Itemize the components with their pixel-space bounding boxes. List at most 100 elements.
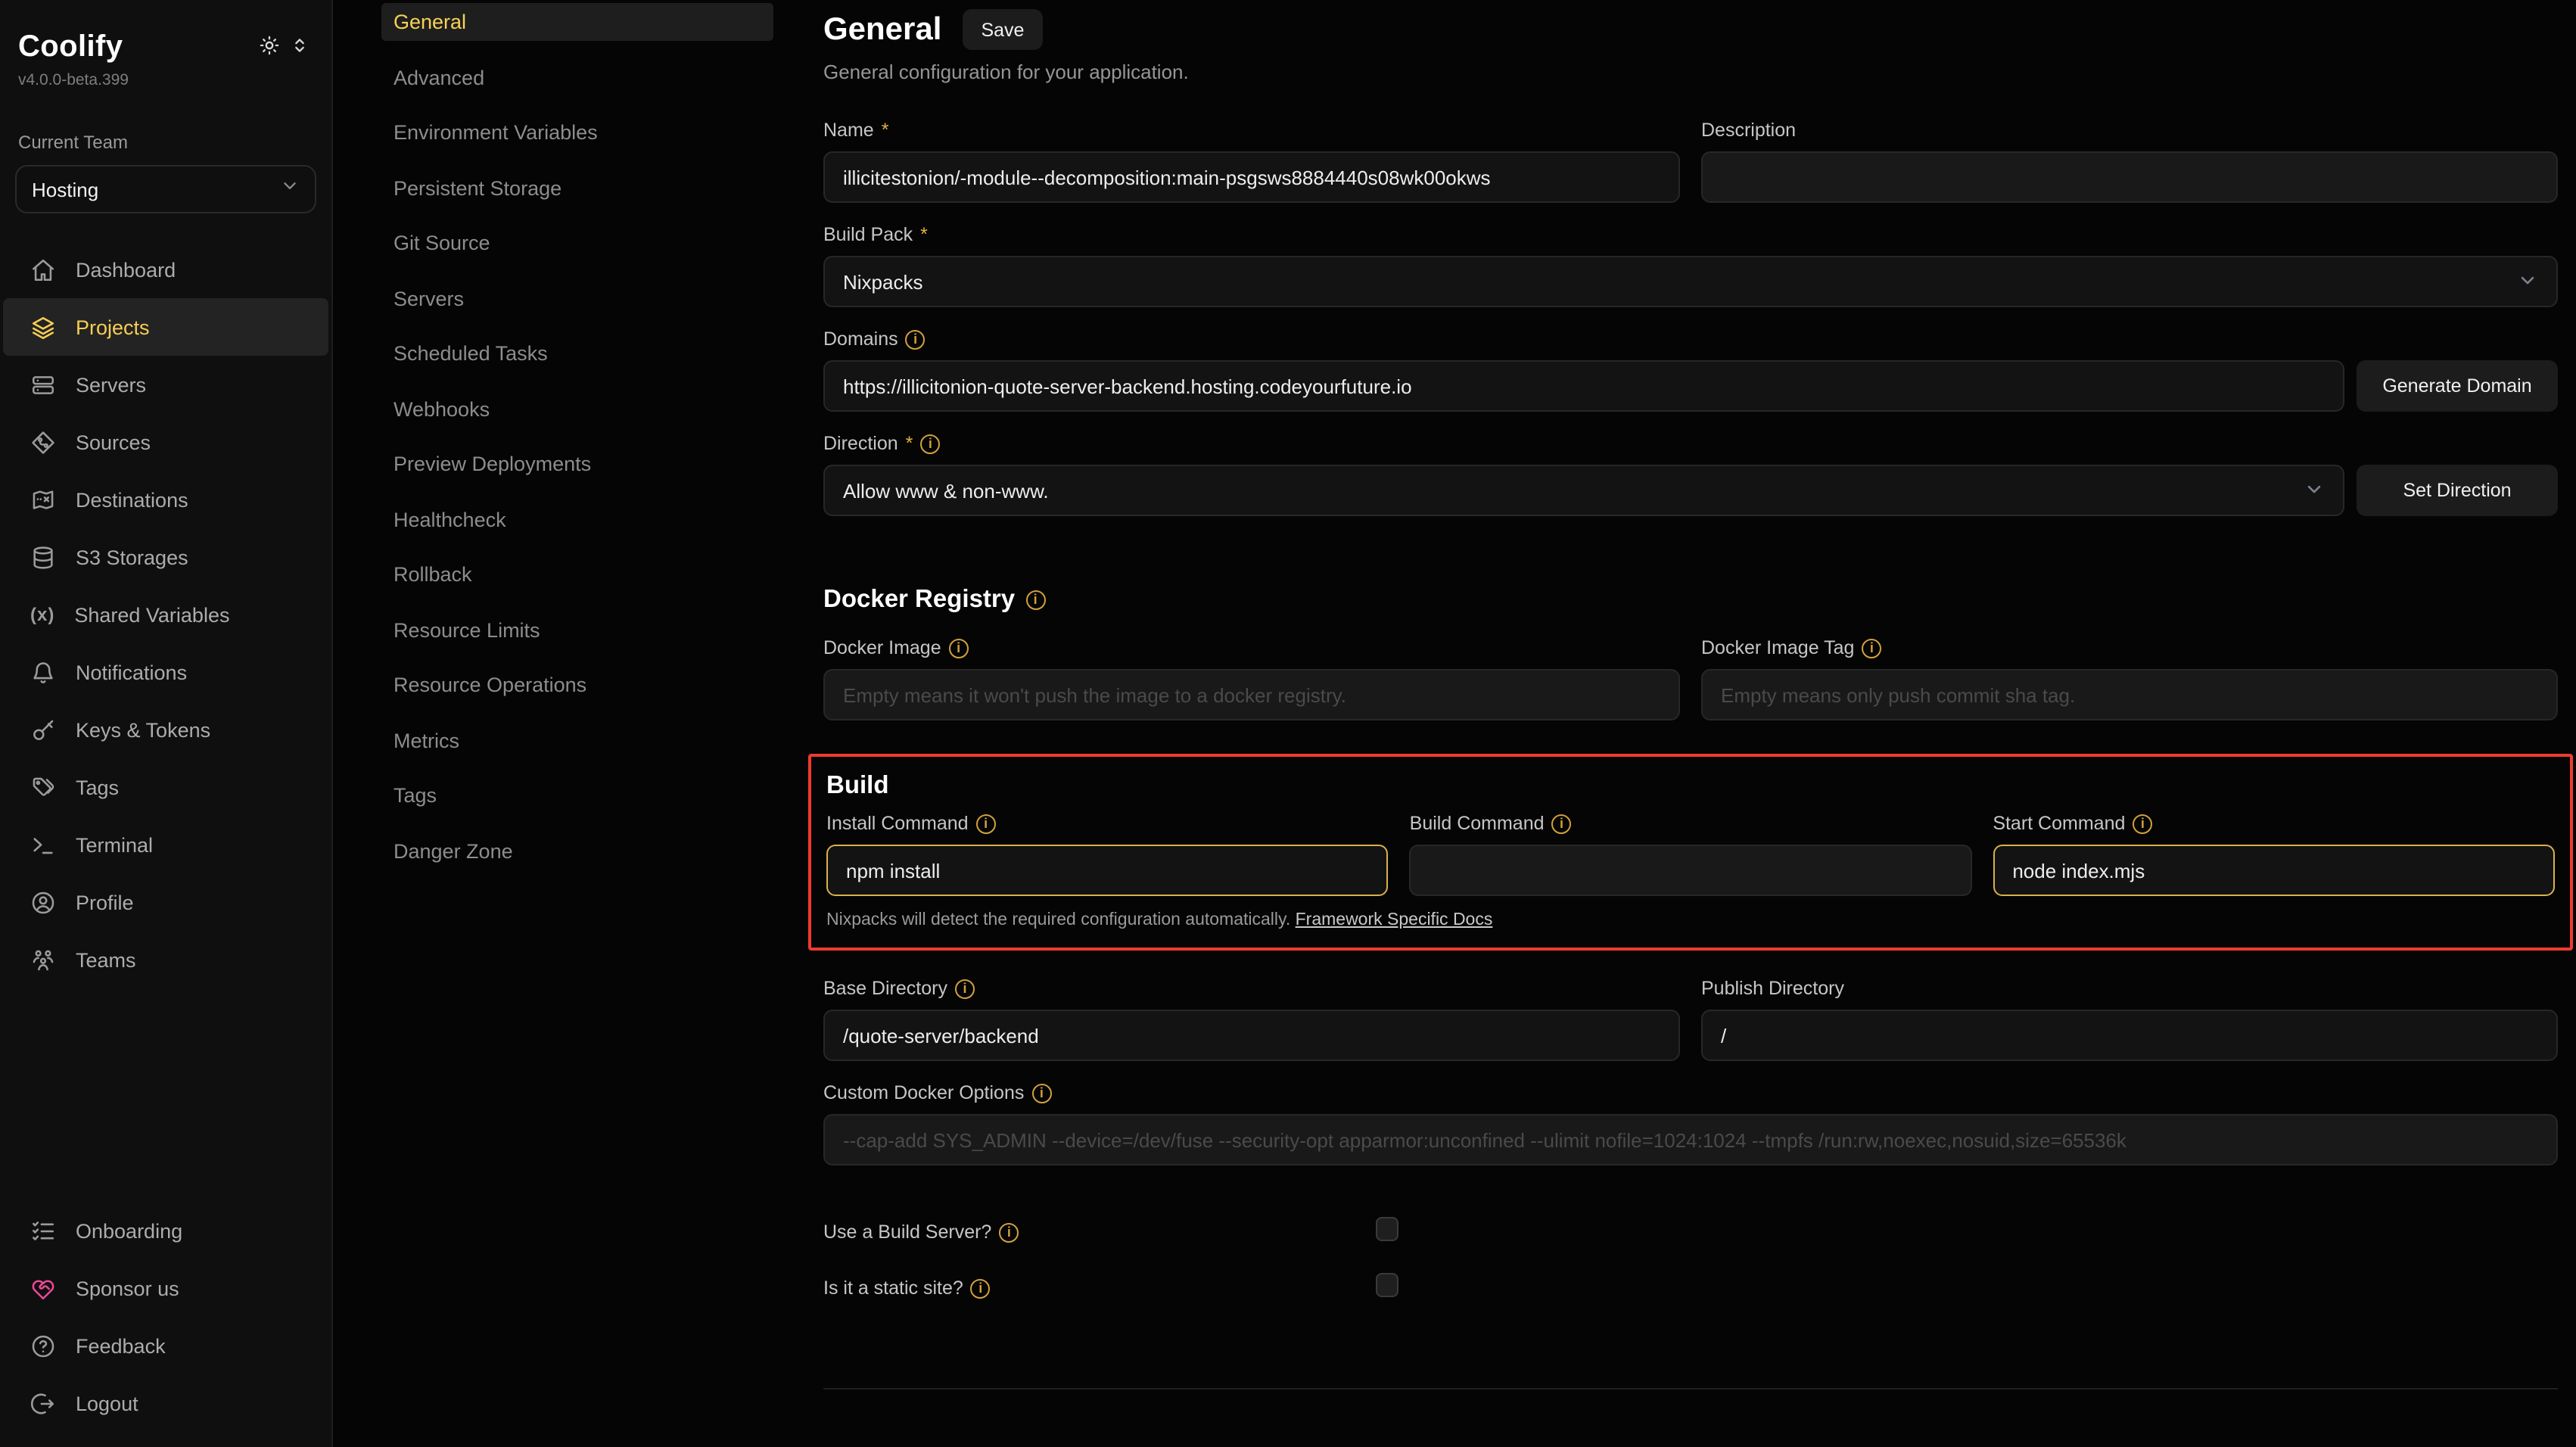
sidebar-item-label: Logout <box>76 1392 138 1414</box>
info-icon[interactable]: i <box>2133 814 2152 833</box>
sidebar-item-label: Tags <box>76 776 119 798</box>
info-icon[interactable]: i <box>1862 638 1881 658</box>
required-asterisk: * <box>920 224 928 245</box>
subnav-item-label: Persistent Storage <box>394 176 562 199</box>
subnav-item-label: Tags <box>394 784 437 807</box>
sidebar-item-profile[interactable]: Profile <box>3 873 328 931</box>
subnav-item-danger-zone[interactable]: Danger Zone <box>381 832 773 870</box>
build-section-highlighted: Build Install Command i Build Command i <box>808 754 2573 951</box>
set-direction-button[interactable]: Set Direction <box>2357 465 2558 516</box>
theme-toggle-sun-icon[interactable] <box>259 35 280 56</box>
sidebar-item-label: S3 Storages <box>76 546 188 568</box>
sidebar-item-servers[interactable]: Servers <box>3 356 328 413</box>
build-heading: Build <box>826 772 889 801</box>
subnav-item-label: Rollback <box>394 563 472 586</box>
sidebar-item-sponsor-us[interactable]: Sponsor us <box>3 1259 328 1317</box>
sidebar-item-keys-tokens[interactable]: Keys & Tokens <box>3 701 328 758</box>
docker-image-tag-input[interactable] <box>1701 669 2558 720</box>
build-command-label: Build Command <box>1410 813 1545 834</box>
home-icon <box>30 257 56 282</box>
custom-docker-options-input[interactable] <box>823 1114 2558 1165</box>
subnav-item-advanced[interactable]: Advanced <box>381 58 773 96</box>
info-icon[interactable]: i <box>920 434 940 453</box>
sidebar-item-tags[interactable]: Tags <box>3 758 328 816</box>
sidebar-item-onboarding[interactable]: Onboarding <box>3 1202 328 1259</box>
sidebar-item-s3-storages[interactable]: S3 Storages <box>3 528 328 586</box>
app-version: v4.0.0-beta.399 <box>0 65 331 89</box>
subnav-item-preview-deployments[interactable]: Preview Deployments <box>381 445 773 483</box>
list-checks-icon <box>30 1218 56 1243</box>
use-build-server-label: Use a Build Server? <box>823 1221 991 1243</box>
sidebar-item-sources[interactable]: Sources <box>3 413 328 471</box>
use-build-server-checkbox[interactable] <box>1376 1217 1398 1241</box>
team-select-value: Hosting <box>32 178 98 201</box>
save-button[interactable]: Save <box>963 9 1042 50</box>
sidebar-item-notifications[interactable]: Notifications <box>3 643 328 701</box>
subnav-item-webhooks[interactable]: Webhooks <box>381 390 773 428</box>
custom-docker-options-label: Custom Docker Options <box>823 1082 1024 1103</box>
help-circle-icon <box>30 1333 56 1358</box>
sidebar-item-logout[interactable]: Logout <box>3 1374 328 1432</box>
info-icon[interactable]: i <box>1025 590 1045 610</box>
git-source-icon <box>30 429 56 455</box>
publish-directory-label: Publish Directory <box>1701 978 1844 999</box>
subnav-item-label: Metrics <box>394 729 459 752</box>
required-asterisk: * <box>882 120 889 141</box>
subnav-item-servers[interactable]: Servers <box>381 279 773 317</box>
start-command-input[interactable] <box>1993 845 2555 896</box>
subnav-item-rollback[interactable]: Rollback <box>381 555 773 593</box>
team-select[interactable]: Hosting <box>15 165 316 213</box>
info-icon[interactable]: i <box>999 1222 1019 1242</box>
info-icon[interactable]: i <box>1552 814 1572 833</box>
users-icon <box>30 947 56 972</box>
subnav-item-healthcheck[interactable]: Healthcheck <box>381 500 773 538</box>
direction-select[interactable]: Allow www & non-www. <box>823 465 2344 516</box>
subnav-item-persistent-storage[interactable]: Persistent Storage <box>381 169 773 207</box>
install-command-input[interactable] <box>826 845 1389 896</box>
sidebar-item-label: Terminal <box>76 833 153 856</box>
base-directory-input[interactable] <box>823 1010 1680 1061</box>
subnav-item-general[interactable]: General <box>381 3 773 41</box>
subnav-item-resource-operations[interactable]: Resource Operations <box>381 666 773 704</box>
sidebar-item-terminal[interactable]: Terminal <box>3 816 328 873</box>
subnav-item-environment-variables[interactable]: Environment Variables <box>381 114 773 151</box>
build-pack-select[interactable]: Nixpacks <box>823 256 2558 307</box>
sidebar-collapse-chevrons-icon[interactable] <box>289 35 310 56</box>
description-input[interactable] <box>1701 151 2558 203</box>
subnav-item-tags[interactable]: Tags <box>381 776 773 814</box>
server-icon <box>30 372 56 397</box>
direction-value: Allow www & non-www. <box>843 479 1049 502</box>
required-asterisk: * <box>906 433 913 454</box>
info-icon[interactable]: i <box>949 638 969 658</box>
heart-handshake-icon <box>30 1275 56 1301</box>
info-icon[interactable]: i <box>906 329 926 349</box>
domains-input[interactable] <box>823 360 2344 412</box>
static-site-checkbox[interactable] <box>1376 1273 1398 1297</box>
shared-variables-icon: (x) <box>30 604 54 625</box>
chevron-down-icon <box>2304 478 2325 503</box>
subnav-item-git-source[interactable]: Git Source <box>381 224 773 262</box>
sidebar-item-shared-variables[interactable]: (x) Shared Variables <box>3 586 328 643</box>
sidebar-item-feedback[interactable]: Feedback <box>3 1317 328 1374</box>
info-icon[interactable]: i <box>976 814 996 833</box>
publish-directory-input[interactable] <box>1701 1010 2558 1061</box>
info-icon[interactable]: i <box>971 1278 991 1298</box>
build-command-input[interactable] <box>1410 845 1972 896</box>
info-icon[interactable]: i <box>955 979 975 998</box>
generate-domain-button[interactable]: Generate Domain <box>2357 360 2558 412</box>
subnav-item-metrics[interactable]: Metrics <box>381 721 773 759</box>
subnav-item-label: Advanced <box>394 66 484 89</box>
brand-logo[interactable]: Coolify <box>18 30 123 65</box>
subnav-item-resource-limits[interactable]: Resource Limits <box>381 611 773 649</box>
framework-docs-link[interactable]: Framework Specific Docs <box>1296 911 1493 929</box>
sidebar-item-teams[interactable]: Teams <box>3 931 328 988</box>
sidebar-item-dashboard[interactable]: Dashboard <box>3 241 328 298</box>
sidebar-item-destinations[interactable]: Destinations <box>3 471 328 528</box>
info-icon[interactable]: i <box>1031 1083 1051 1103</box>
subnav-item-label: Git Source <box>394 232 490 254</box>
name-input[interactable] <box>823 151 1680 203</box>
database-icon <box>30 544 56 570</box>
docker-image-input[interactable] <box>823 669 1680 720</box>
subnav-item-scheduled-tasks[interactable]: Scheduled Tasks <box>381 335 773 372</box>
sidebar-item-projects[interactable]: Projects <box>3 298 328 356</box>
